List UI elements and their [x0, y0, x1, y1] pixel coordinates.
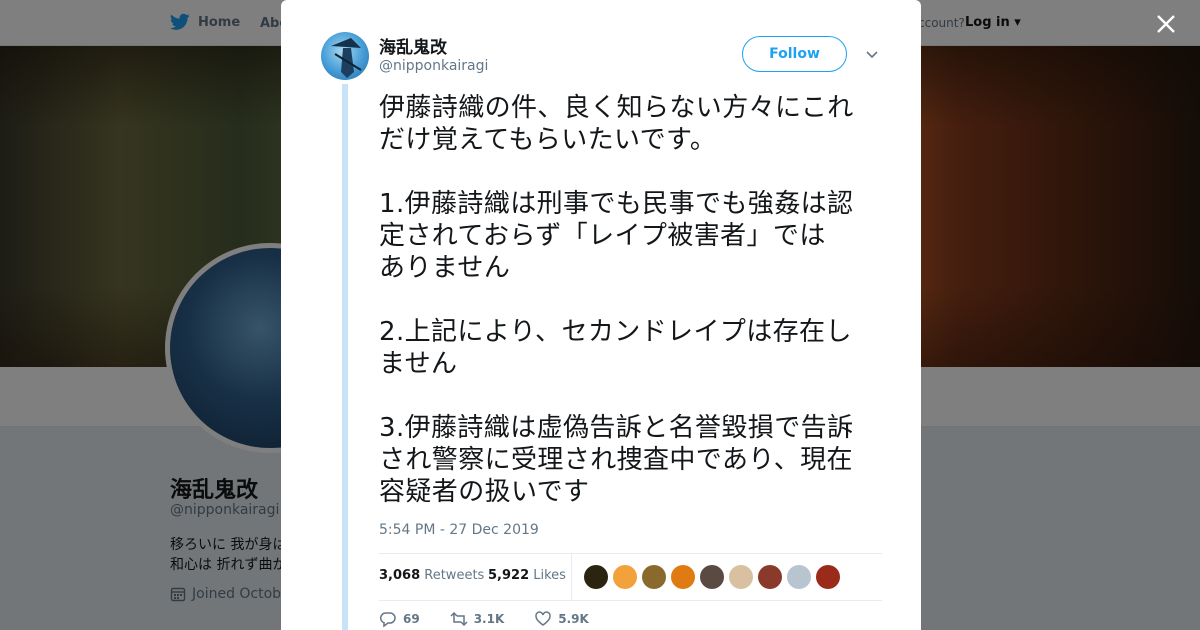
thread-line [342, 84, 348, 630]
chevron-down-icon [866, 51, 878, 59]
likes-label: Likes [533, 568, 566, 583]
liker-avatar[interactable] [816, 565, 840, 589]
retweet-button[interactable]: 3.1K [450, 610, 505, 628]
tweet-text-line: 2.上記により、セカンドレイプは存在し [379, 317, 852, 347]
reply-icon [379, 612, 396, 628]
follow-button[interactable]: Follow [742, 36, 847, 72]
liker-avatar[interactable] [642, 565, 666, 589]
tweet-options-button[interactable] [865, 47, 879, 61]
author-handle[interactable]: @nipponkairagi [379, 58, 488, 74]
tweet-text-line: 伊藤詩織の件、良く知らない方々にこれ [379, 93, 854, 123]
liker-avatar[interactable] [787, 565, 811, 589]
likes-count: 5,922 [488, 568, 530, 583]
close-modal-button[interactable] [1152, 10, 1180, 38]
tweet-text-line: 容疑者の扱いです [379, 477, 590, 507]
tweet-text-spacer [379, 380, 889, 412]
tweet-text-spacer [379, 156, 889, 188]
tweet-timestamp[interactable]: 5:54 PM - 27 Dec 2019 [379, 522, 539, 538]
liker-avatar[interactable] [671, 565, 695, 589]
retweets-stat[interactable]: 3,068 Retweets [379, 568, 484, 583]
reply-button[interactable]: 69 [379, 610, 420, 628]
stats-divider [571, 554, 572, 600]
likes-stat[interactable]: 5,922 Likes [488, 568, 566, 583]
tweet-text-line: ません [379, 349, 458, 379]
like-count: 5.9K [558, 612, 589, 626]
author-avatar[interactable] [321, 32, 369, 80]
tweet-text-line: 定されておらず「レイプ被害者」では [379, 221, 826, 251]
like-button[interactable]: 5.9K [534, 610, 589, 628]
retweets-label: Retweets [424, 568, 485, 583]
tweet-text-line: だけ覚えてもらいたいです。 [379, 125, 717, 155]
author-name[interactable]: 海乱鬼改 [379, 33, 447, 58]
tweet-text-line: 1.伊藤詩織は刑事でも民事でも強姦は認 [379, 189, 854, 219]
tweet-text: 伊藤詩織の件、良く知らない方々にこれ だけ覚えてもらいたいです。 1.伊藤詩織は… [379, 92, 889, 508]
liker-avatar[interactable] [700, 565, 724, 589]
heart-icon [535, 611, 552, 626]
tweet-modal: 海乱鬼改 @nipponkairagi Follow 伊藤詩織の件、良く知らない… [281, 0, 921, 630]
tweet-text-line: され警察に受理され捜査中であり、現在 [379, 445, 853, 475]
liker-avatar[interactable] [758, 565, 782, 589]
liker-avatar[interactable] [729, 565, 753, 589]
tweet-text-line: 3.伊藤詩織は虚偽告訴と名誉毀損で告訴 [379, 413, 854, 443]
tweet-text-line: ありません [379, 253, 511, 283]
liker-avatar[interactable] [613, 565, 637, 589]
close-icon [1157, 15, 1175, 33]
author-avatar-image [331, 38, 362, 78]
tweet-actions: 69 3.1K 5.9K [379, 610, 619, 628]
retweet-count: 3.1K [473, 612, 505, 626]
tweet-text-spacer [379, 284, 889, 316]
tweet-stats: 3,068 Retweets 5,922 Likes [379, 553, 882, 601]
retweets-count: 3,068 [379, 568, 421, 583]
liker-avatars [584, 565, 840, 589]
liker-avatar[interactable] [584, 565, 608, 589]
retweet-icon [450, 611, 468, 627]
reply-count: 69 [403, 612, 420, 626]
